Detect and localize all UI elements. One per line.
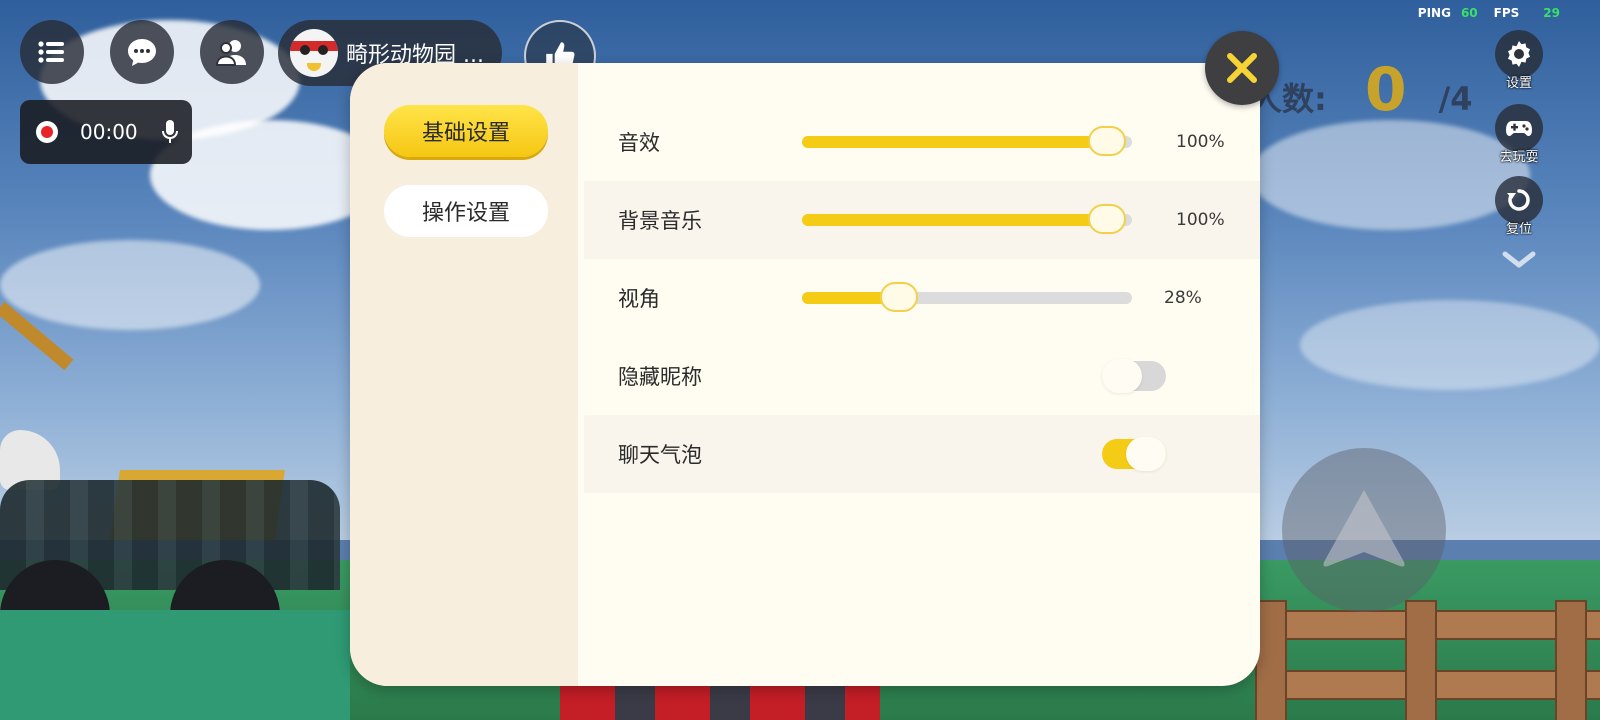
chat-bubble-label: 聊天气泡	[618, 443, 702, 467]
hide-nickname-toggle[interactable]	[1102, 359, 1166, 393]
gear-icon	[1508, 41, 1530, 67]
gamepad-icon	[1506, 121, 1532, 136]
view-angle-row: 视角 28%	[584, 259, 1260, 337]
slider-fill	[802, 214, 1107, 226]
slider-knob[interactable]	[1088, 204, 1126, 234]
view-angle-value: 28%	[1164, 288, 1202, 308]
ping-label: PING	[1417, 6, 1451, 20]
microphone-icon[interactable]	[160, 119, 180, 145]
tab-basic-settings[interactable]: 基础设置	[384, 105, 548, 157]
fps-value: 29	[1543, 6, 1560, 20]
slider-knob[interactable]	[1088, 126, 1126, 156]
sound-effects-slider[interactable]	[802, 126, 1132, 156]
fence-post	[1405, 600, 1437, 720]
player-count: 人数: 0 /4	[1250, 55, 1473, 125]
fence-post	[1555, 600, 1587, 720]
view-angle-label: 视角	[618, 287, 660, 311]
chat-button[interactable]	[110, 20, 174, 84]
toggle-knob	[1102, 359, 1142, 393]
chevron-down-icon	[1502, 251, 1536, 268]
friends-icon	[215, 40, 246, 66]
friends-button[interactable]	[200, 20, 264, 84]
network-stats: PING 60 FPS 29	[1418, 6, 1560, 20]
settings-tool-label: 设置	[1505, 76, 1532, 91]
sound-effects-row: 音效 100%	[584, 103, 1260, 181]
cloud	[1250, 120, 1530, 230]
sound-effects-value: 100%	[1176, 132, 1225, 152]
player-count-max: /4	[1438, 80, 1473, 118]
toggle-knob	[1126, 437, 1166, 471]
reset-icon	[1507, 189, 1530, 211]
settings-panel: 基础设置 操作设置 音效 100% 背景音乐 100% 视角 28% 隐藏昵称	[350, 63, 1260, 686]
cloud	[1300, 300, 1600, 390]
bgm-slider[interactable]	[802, 204, 1132, 234]
reset-tool-label: 复位	[1505, 222, 1532, 237]
bgm-row: 背景音乐 100%	[584, 181, 1260, 259]
red-objects	[560, 680, 880, 720]
slider-knob[interactable]	[880, 282, 919, 312]
fps-label: FPS	[1493, 6, 1520, 20]
chat-bubble-row: 聊天气泡	[584, 415, 1260, 493]
player-count-current: 0	[1364, 55, 1407, 125]
close-icon	[1227, 53, 1257, 83]
play-tool-label: 去玩耍	[1499, 150, 1539, 165]
hide-nickname-label: 隐藏昵称	[618, 365, 702, 389]
hide-nickname-row: 隐藏昵称	[584, 337, 1260, 415]
view-angle-slider[interactable]	[802, 282, 1132, 312]
tab-control-settings[interactable]: 操作设置	[384, 185, 548, 237]
record-time: 00:00	[80, 120, 138, 144]
chat-bubble-toggle[interactable]	[1102, 437, 1166, 471]
settings-sidebar: 基础设置 操作设置	[350, 63, 578, 686]
green-block	[0, 610, 350, 720]
menu-button[interactable]	[20, 20, 84, 84]
expand-tools-button[interactable]	[1502, 250, 1536, 274]
map-avatar	[290, 29, 338, 77]
list-icon	[38, 41, 64, 63]
cloud	[0, 240, 260, 330]
settings-tool-button[interactable]: 设置	[1495, 30, 1543, 91]
close-button[interactable]	[1205, 31, 1279, 105]
bgm-value: 100%	[1176, 210, 1225, 230]
record-button[interactable]	[36, 121, 58, 143]
chat-bubble-icon	[128, 39, 156, 66]
ping-value: 60	[1460, 6, 1478, 20]
play-tool-button[interactable]: 去玩耍	[1495, 104, 1543, 165]
voice-recorder: 00:00	[20, 100, 192, 164]
bgm-label: 背景音乐	[618, 209, 702, 233]
slider-fill	[802, 136, 1107, 148]
arrow-up-icon	[1323, 490, 1405, 567]
wooden-fence	[1255, 600, 1600, 720]
reset-tool-button[interactable]: 复位	[1495, 176, 1543, 237]
jump-button[interactable]	[1282, 448, 1446, 612]
sound-effects-label: 音效	[618, 131, 660, 155]
